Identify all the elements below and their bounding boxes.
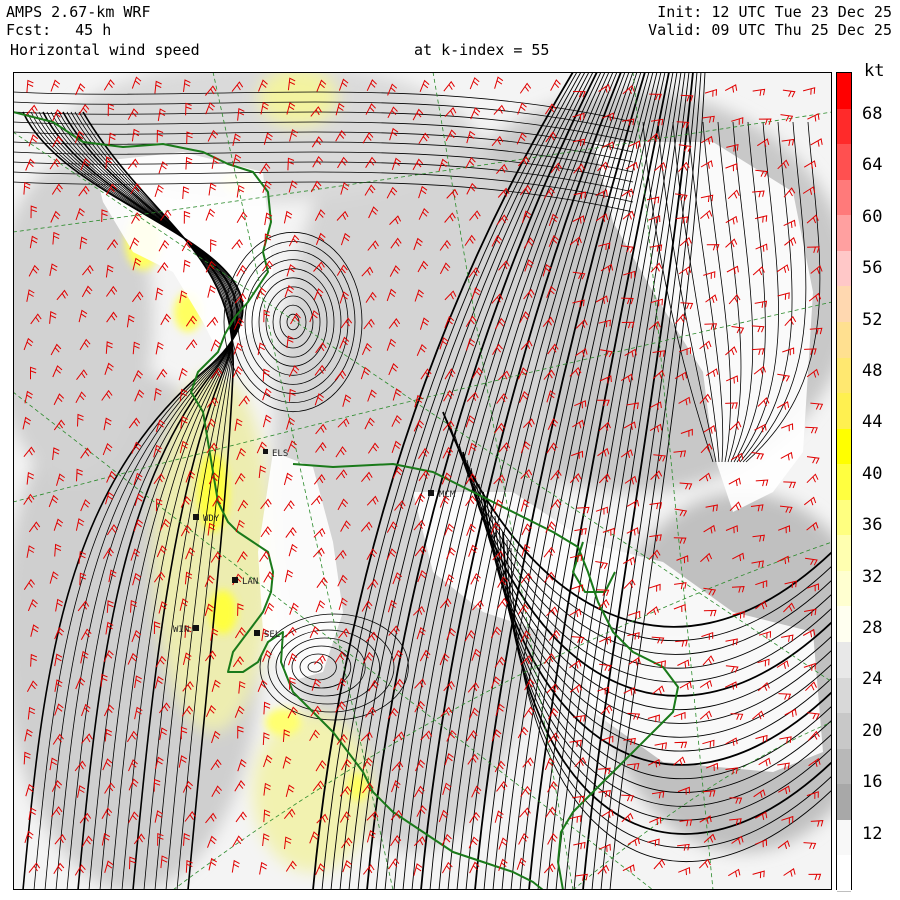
colorbar-tick-label: 44 [862, 412, 883, 433]
colorbar-segment [837, 357, 851, 395]
colorbar-tick-label: 32 [862, 566, 883, 587]
forecast-hours: 45 h [75, 21, 112, 39]
model-title: AMPS 2.67-km WRF [6, 3, 151, 21]
colorbar-segment [837, 393, 851, 431]
colorbar-tick-label: 36 [862, 515, 883, 536]
valid-time: Valid: 09 UTC Thu 25 Dec 25 [648, 21, 892, 39]
colorbar-segment [837, 73, 851, 111]
station-label: WDY [203, 514, 220, 524]
station-label: ELS [272, 449, 288, 459]
colorbar-segment [837, 642, 851, 680]
forecast-label-text: Fcst: [6, 21, 52, 39]
station-label: WIN [173, 625, 189, 635]
colorbar-tick-label: 40 [862, 463, 883, 484]
colorbar-segment [837, 784, 851, 822]
station-label: SEL [264, 630, 280, 640]
colorbar-segment [837, 215, 851, 253]
colorbar-segment [837, 819, 851, 857]
colorbar-tick-label: 52 [862, 309, 883, 330]
colorbar-segment [837, 499, 851, 537]
colorbar-segment [837, 748, 851, 786]
colorbar-tick-label: 16 [862, 772, 883, 793]
colorbar-tick-label: 56 [862, 258, 883, 279]
colorbar-segment [837, 535, 851, 573]
colorbar-segment [837, 464, 851, 502]
colorbar [836, 72, 852, 893]
colorbar-segment [837, 855, 851, 893]
wind-speed-map: ELS WDY LAN WIN SEL MCM [13, 72, 832, 890]
colorbar-segment [837, 677, 851, 715]
colorbar-tick-label: 28 [862, 618, 883, 638]
colorbar-tick-label: 20 [862, 720, 883, 741]
colorbar-unit: kt [864, 61, 885, 81]
field-name: Horizontal wind speed [10, 41, 200, 59]
colorbar-tick-label: 12 [862, 823, 883, 844]
colorbar-segment [837, 250, 851, 288]
colorbar-tick-label: 48 [862, 361, 883, 381]
colorbar-segment [837, 179, 851, 217]
colorbar-tick-label: 68 [862, 104, 883, 124]
colorbar-segment [837, 428, 851, 466]
level-label: at k-index = [414, 41, 523, 59]
colorbar-segment [837, 606, 851, 644]
colorbar-segment [837, 108, 851, 146]
colorbar-segment [837, 286, 851, 324]
colorbar-tick-label: 60 [862, 206, 883, 227]
colorbar-segment [837, 321, 851, 360]
forecast-label: Fcst: 45 h [6, 22, 111, 39]
colorbar-tick-label: 64 [862, 155, 883, 176]
station-label: MCM [439, 490, 456, 500]
colorbar-segment [837, 713, 851, 751]
station-label: LAN [242, 577, 258, 587]
level-value: 55 [531, 41, 550, 59]
level-indicator: at k-index = 55 [414, 42, 549, 59]
colorbar-segment [837, 570, 851, 608]
init-time: Init: 12 UTC Tue 23 Dec 25 [657, 3, 892, 21]
colorbar-tick-label: 24 [862, 669, 883, 690]
colorbar-segment [837, 144, 851, 182]
